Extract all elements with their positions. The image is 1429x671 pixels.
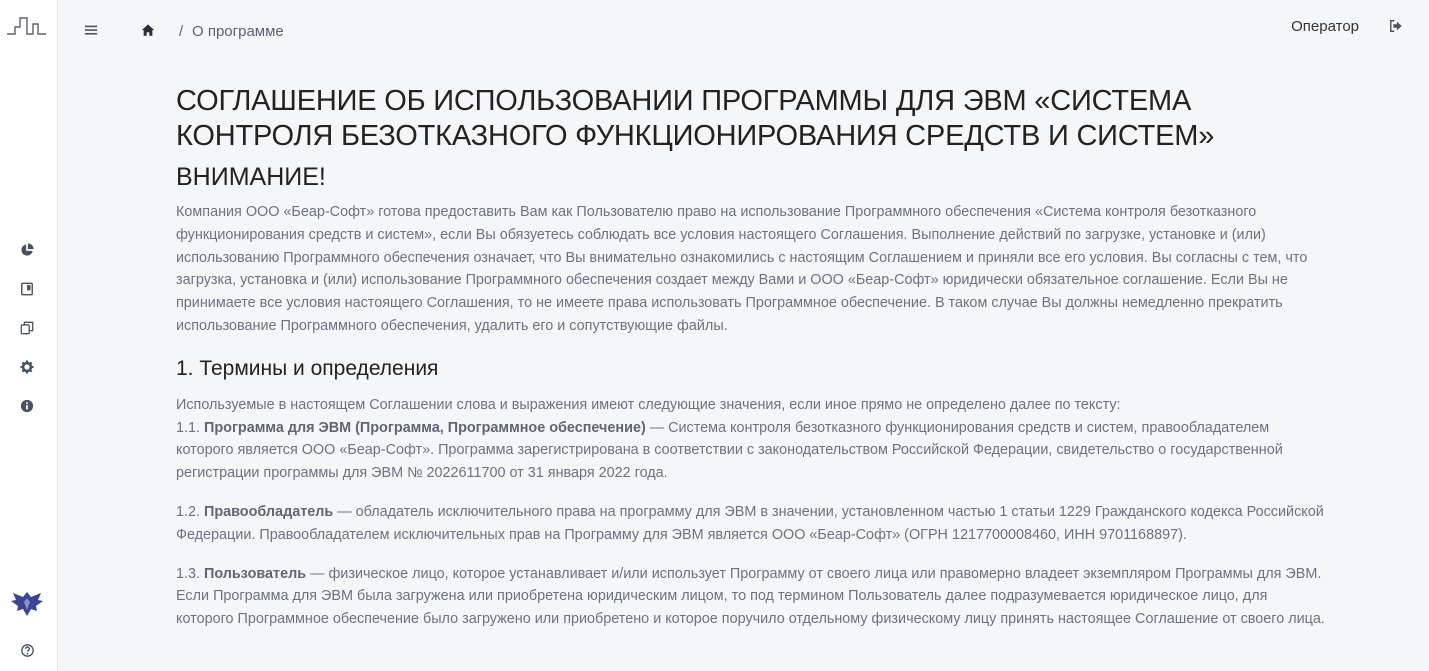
sidebar — [0, 0, 58, 671]
book-icon[interactable] — [18, 280, 36, 298]
intro-paragraph: Компания ООО «Беар-Софт» готова предоста… — [176, 204, 1308, 334]
term-item: 1.2. Правообладатель — обладатель исключ… — [176, 501, 1326, 547]
breadcrumb-current: О программе — [192, 23, 284, 40]
term-definition: — обладатель исключительного права на пр… — [176, 503, 1324, 543]
term-item: 1.3. Пользователь — физическое лицо, кот… — [176, 563, 1326, 631]
section-title-terms: 1. Термины и определения — [176, 356, 439, 380]
copy-icon[interactable] — [18, 319, 36, 337]
app-logo-icon[interactable] — [7, 14, 47, 36]
term-name: Программа для ЭВМ (Программа, Программно… — [204, 419, 646, 436]
top-bar: / О программе Оператор — [58, 0, 1429, 62]
gear-icon[interactable] — [18, 358, 36, 376]
brand-eagle-icon — [11, 592, 43, 616]
term-number: 1.1. — [176, 419, 201, 436]
info-icon[interactable] — [18, 397, 36, 415]
agreement-content: СОГЛАШЕНИЕ ОБ ИСПОЛЬЗОВАНИИ ПРОГРАММЫ ДЛ… — [176, 84, 1326, 631]
help-icon[interactable] — [18, 641, 36, 659]
user-name[interactable]: Оператор — [1291, 18, 1359, 35]
attention-heading: ВНИМАНИЕ! — [176, 163, 326, 191]
term-number: 1.3. — [176, 565, 201, 582]
term-name: Пользователь — [204, 565, 307, 582]
menu-toggle-icon[interactable] — [84, 23, 100, 39]
term-definition: — физическое лицо, которое устанавливает… — [176, 565, 1325, 628]
chart-pie-icon[interactable] — [18, 241, 36, 259]
term-number: 1.2. — [176, 503, 201, 520]
page-title: СОГЛАШЕНИЕ ОБ ИСПОЛЬЗОВАНИИ ПРОГРАММЫ ДЛ… — [176, 85, 1215, 152]
section-intro: Используемые в настоящем Соглашении слов… — [176, 396, 1121, 413]
breadcrumb-separator: / — [179, 23, 184, 40]
term-name: Правообладатель — [204, 503, 334, 520]
home-icon[interactable] — [141, 23, 157, 39]
logout-icon[interactable] — [1389, 19, 1405, 35]
term-item: 1.1. Программа для ЭВМ (Программа, Прогр… — [176, 417, 1326, 485]
